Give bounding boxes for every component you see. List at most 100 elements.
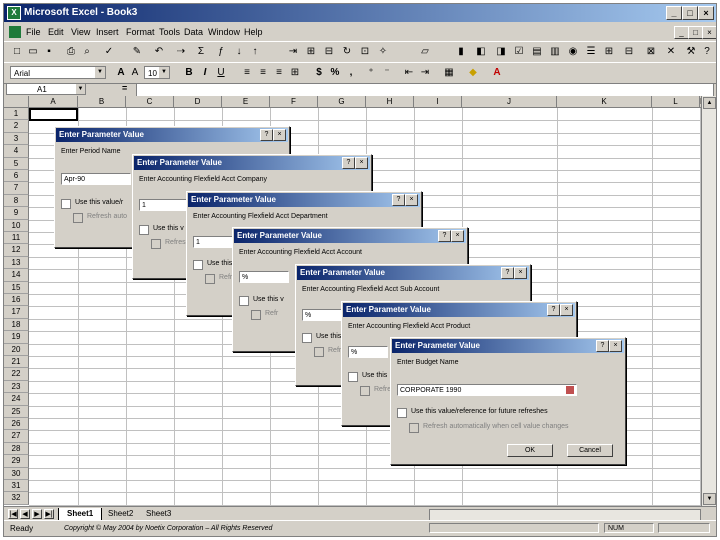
column-header[interactable]: L — [652, 96, 700, 108]
chevron-down-icon[interactable]: ▼ — [95, 67, 105, 78]
row-header[interactable]: 30 — [4, 467, 29, 480]
filter-icon[interactable]: ⊟ — [322, 45, 336, 58]
cancel-button[interactable]: Cancel — [567, 444, 613, 457]
help-icon[interactable]: ? — [438, 230, 451, 242]
next-sheet-icon[interactable]: ▶ — [32, 509, 42, 519]
code-icon[interactable]: ⊠ — [644, 45, 658, 58]
column-header[interactable]: I — [414, 96, 462, 108]
chevron-down-icon[interactable]: ▼ — [76, 84, 85, 94]
print-preview-icon[interactable]: ⌕ — [80, 45, 94, 58]
align-right-icon[interactable]: ≡ — [272, 66, 286, 79]
row-header[interactable]: 27 — [4, 430, 29, 443]
use-value-checkbox[interactable] — [139, 225, 149, 235]
shrink-font-icon[interactable]: A — [128, 66, 142, 79]
chart-wizard-icon[interactable]: ▮ — [454, 45, 468, 58]
row-header[interactable]: 12 — [4, 244, 29, 257]
folder-icon[interactable]: ▱ — [418, 45, 432, 58]
row-header[interactable]: 14 — [4, 269, 29, 282]
ok-button[interactable]: OK — [507, 444, 553, 457]
prev-sheet-icon[interactable]: ◀ — [20, 509, 30, 519]
use-value-checkbox[interactable] — [193, 260, 203, 270]
decrease-indent-icon[interactable]: ⇤ — [402, 66, 416, 79]
row-header[interactable]: 31 — [4, 480, 29, 493]
spelling-icon[interactable]: ✓ — [102, 45, 116, 58]
active-cell-a1[interactable] — [29, 108, 78, 121]
map-icon[interactable]: ◧ — [474, 45, 488, 58]
close-icon[interactable]: × — [609, 340, 622, 352]
help-icon[interactable]: ? — [596, 340, 609, 352]
param-input[interactable]: CORPORATE 1990 — [397, 384, 577, 396]
vertical-scrollbar[interactable]: ▲ ▼ — [701, 96, 716, 506]
maximize-button[interactable]: □ — [682, 6, 698, 20]
use-value-checkbox[interactable] — [348, 372, 358, 382]
menu-window[interactable]: Window — [208, 24, 240, 40]
doc-restore-button[interactable]: □ — [688, 26, 703, 39]
underline-button[interactable]: U — [214, 66, 228, 79]
column-header[interactable]: F — [270, 96, 318, 108]
print-icon[interactable]: ⎙ — [64, 45, 78, 58]
row-header[interactable]: 32 — [4, 492, 29, 505]
row-header[interactable]: 25 — [4, 405, 29, 418]
font-name-select[interactable]: Arial ▼ — [10, 66, 106, 79]
param-input[interactable]: 1 — [193, 236, 233, 248]
close-button[interactable]: × — [698, 6, 714, 20]
scroll-up-icon[interactable]: ▲ — [703, 97, 716, 109]
close-icon[interactable]: × — [273, 129, 286, 141]
row-header[interactable]: 1 — [4, 108, 29, 121]
properties-icon[interactable]: ⊟ — [622, 45, 636, 58]
column-header[interactable]: G — [318, 96, 366, 108]
menu-file[interactable]: File — [26, 24, 41, 40]
menu-tools[interactable]: Tools — [159, 24, 180, 40]
column-header[interactable]: A — [29, 96, 78, 108]
decrease-decimal-icon[interactable]: ⁻ — [380, 66, 394, 79]
query-icon[interactable]: ⊞ — [304, 45, 318, 58]
row-header[interactable]: 11 — [4, 232, 29, 245]
sort-descending-icon[interactable]: ↑ — [248, 45, 262, 58]
align-center-icon[interactable]: ≡ — [256, 66, 270, 79]
drawing-icon[interactable]: ◨ — [494, 45, 508, 58]
currency-button[interactable]: $ — [312, 66, 326, 79]
row-header[interactable]: 3 — [4, 132, 29, 146]
tab-sheet2[interactable]: Sheet2 — [100, 508, 141, 520]
help-icon[interactable]: ? — [260, 129, 273, 141]
param-input[interactable]: Apr-90 — [61, 173, 131, 185]
formula-input[interactable] — [136, 83, 714, 97]
param-input[interactable]: % — [348, 346, 388, 358]
param-input[interactable]: % — [302, 309, 342, 321]
row-header[interactable]: 28 — [4, 442, 29, 456]
bold-button[interactable]: B — [182, 66, 196, 79]
row-header[interactable]: 19 — [4, 331, 29, 344]
column-header[interactable]: B — [78, 96, 126, 108]
row-header[interactable]: 21 — [4, 356, 29, 369]
font-size-select[interactable]: 10 ▼ — [144, 66, 170, 79]
undo-icon[interactable]: ↶ — [152, 45, 166, 58]
listbox-control-icon[interactable]: ☰ — [584, 45, 598, 58]
equals-icon[interactable]: = — [122, 83, 127, 93]
param-input[interactable]: % — [239, 271, 289, 283]
row-header[interactable]: 6 — [4, 170, 29, 183]
row-header[interactable]: 8 — [4, 194, 29, 208]
format-painter-icon[interactable]: ✎ — [130, 45, 144, 58]
row-header[interactable]: 26 — [4, 418, 29, 431]
save-icon[interactable]: ▪ — [42, 45, 56, 58]
menu-data[interactable]: Data — [184, 24, 203, 40]
row-header[interactable]: 22 — [4, 368, 29, 381]
pivot-icon[interactable]: ⇥ — [286, 45, 300, 58]
close-icon[interactable]: × — [355, 157, 368, 169]
grid-control-icon[interactable]: ⊞ — [602, 45, 616, 58]
row-header[interactable]: 10 — [4, 219, 29, 232]
row-header[interactable]: 4 — [4, 145, 29, 158]
row-header[interactable]: 7 — [4, 182, 29, 195]
row-header[interactable]: 15 — [4, 281, 29, 294]
checkbox-control-icon[interactable]: ☑ — [512, 45, 526, 58]
autosum-icon[interactable]: Σ — [194, 45, 208, 58]
increase-indent-icon[interactable]: ⇥ — [418, 66, 432, 79]
close-icon[interactable]: × — [560, 304, 573, 316]
grow-font-icon[interactable]: A — [114, 66, 128, 79]
menu-insert[interactable]: Insert — [96, 24, 119, 40]
row-header[interactable]: 23 — [4, 380, 29, 394]
first-sheet-icon[interactable]: |◀ — [8, 509, 18, 519]
menu-edit[interactable]: Edit — [48, 24, 64, 40]
row-header[interactable]: 18 — [4, 318, 29, 332]
paste-function-icon[interactable]: ƒ — [214, 45, 228, 58]
